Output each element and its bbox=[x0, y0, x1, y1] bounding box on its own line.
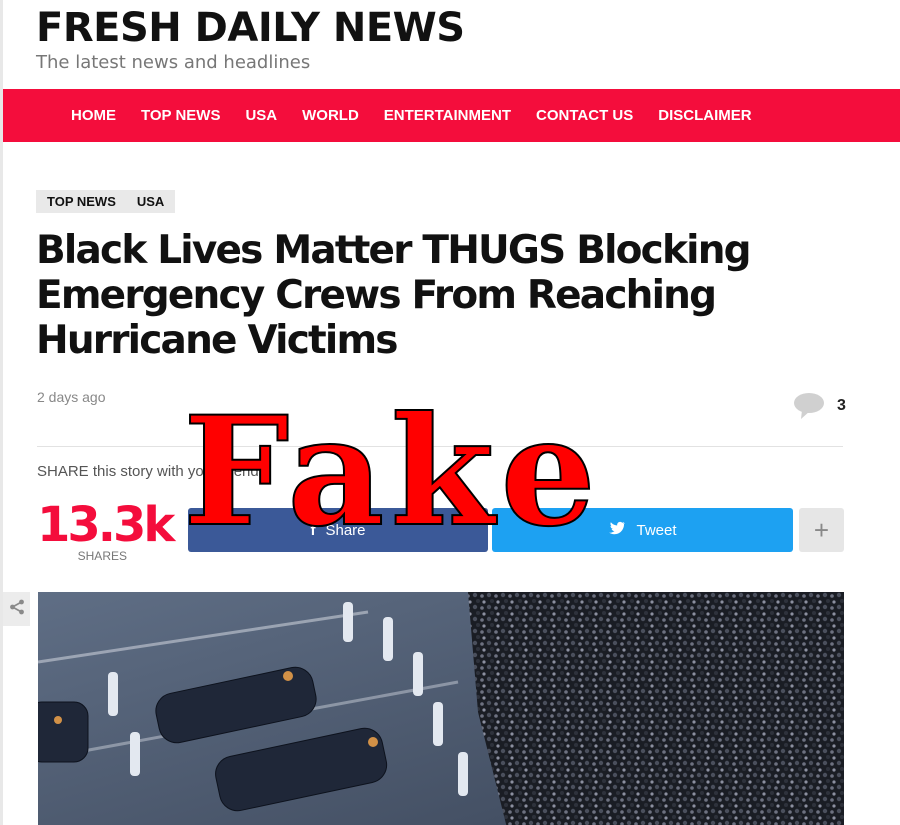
floating-share-button[interactable] bbox=[3, 592, 30, 626]
nav-item-top-news[interactable]: TOP NEWS bbox=[141, 107, 220, 124]
article-hero-image bbox=[38, 592, 844, 825]
article-date: 2 days ago bbox=[37, 389, 106, 405]
twitter-share-label: Tweet bbox=[636, 521, 677, 539]
comments-link[interactable]: 3 bbox=[793, 392, 846, 420]
nav-item-home[interactable]: HOME bbox=[71, 107, 116, 124]
share-count-number: 13.3k bbox=[37, 497, 175, 553]
share-nodes-icon bbox=[9, 599, 25, 620]
site-tagline: The latest news and headlines bbox=[36, 52, 311, 73]
share-count: 13.3k SHARES bbox=[37, 497, 175, 563]
comment-bubble-icon bbox=[793, 392, 825, 420]
article-headline: Black Lives Matter THUGS Blocking Emerge… bbox=[36, 228, 752, 363]
main-nav: HOME TOP NEWS USA WORLD ENTERTAINMENT CO… bbox=[3, 89, 900, 142]
share-prompt: SHARE this story with your friends! bbox=[37, 463, 271, 480]
twitter-bird-icon bbox=[608, 521, 626, 540]
nav-item-contact-us[interactable]: CONTACT US bbox=[536, 107, 633, 124]
page: FRESH DAILY NEWS The latest news and hea… bbox=[0, 0, 900, 825]
nav-item-world[interactable]: WORLD bbox=[302, 107, 359, 124]
facebook-share-label: Share bbox=[325, 521, 366, 539]
divider bbox=[37, 446, 843, 447]
site-header: FRESH DAILY NEWS The latest news and hea… bbox=[3, 0, 900, 89]
category-tag-top-news[interactable]: TOP NEWS bbox=[47, 194, 116, 209]
nav-item-entertainment[interactable]: ENTERTAINMENT bbox=[384, 107, 511, 124]
more-share-button[interactable]: + bbox=[799, 508, 844, 552]
facebook-share-button[interactable]: f Share bbox=[188, 508, 488, 552]
category-tag-usa[interactable]: USA bbox=[137, 194, 164, 209]
facebook-icon: f bbox=[310, 521, 316, 539]
nav-item-usa[interactable]: USA bbox=[245, 107, 277, 124]
site-title[interactable]: FRESH DAILY NEWS bbox=[36, 0, 900, 50]
category-tags: TOP NEWS USA bbox=[36, 190, 176, 213]
twitter-share-button[interactable]: Tweet bbox=[492, 508, 793, 552]
nav-item-disclaimer[interactable]: DISCLAIMER bbox=[658, 107, 751, 124]
comment-count: 3 bbox=[837, 397, 846, 414]
